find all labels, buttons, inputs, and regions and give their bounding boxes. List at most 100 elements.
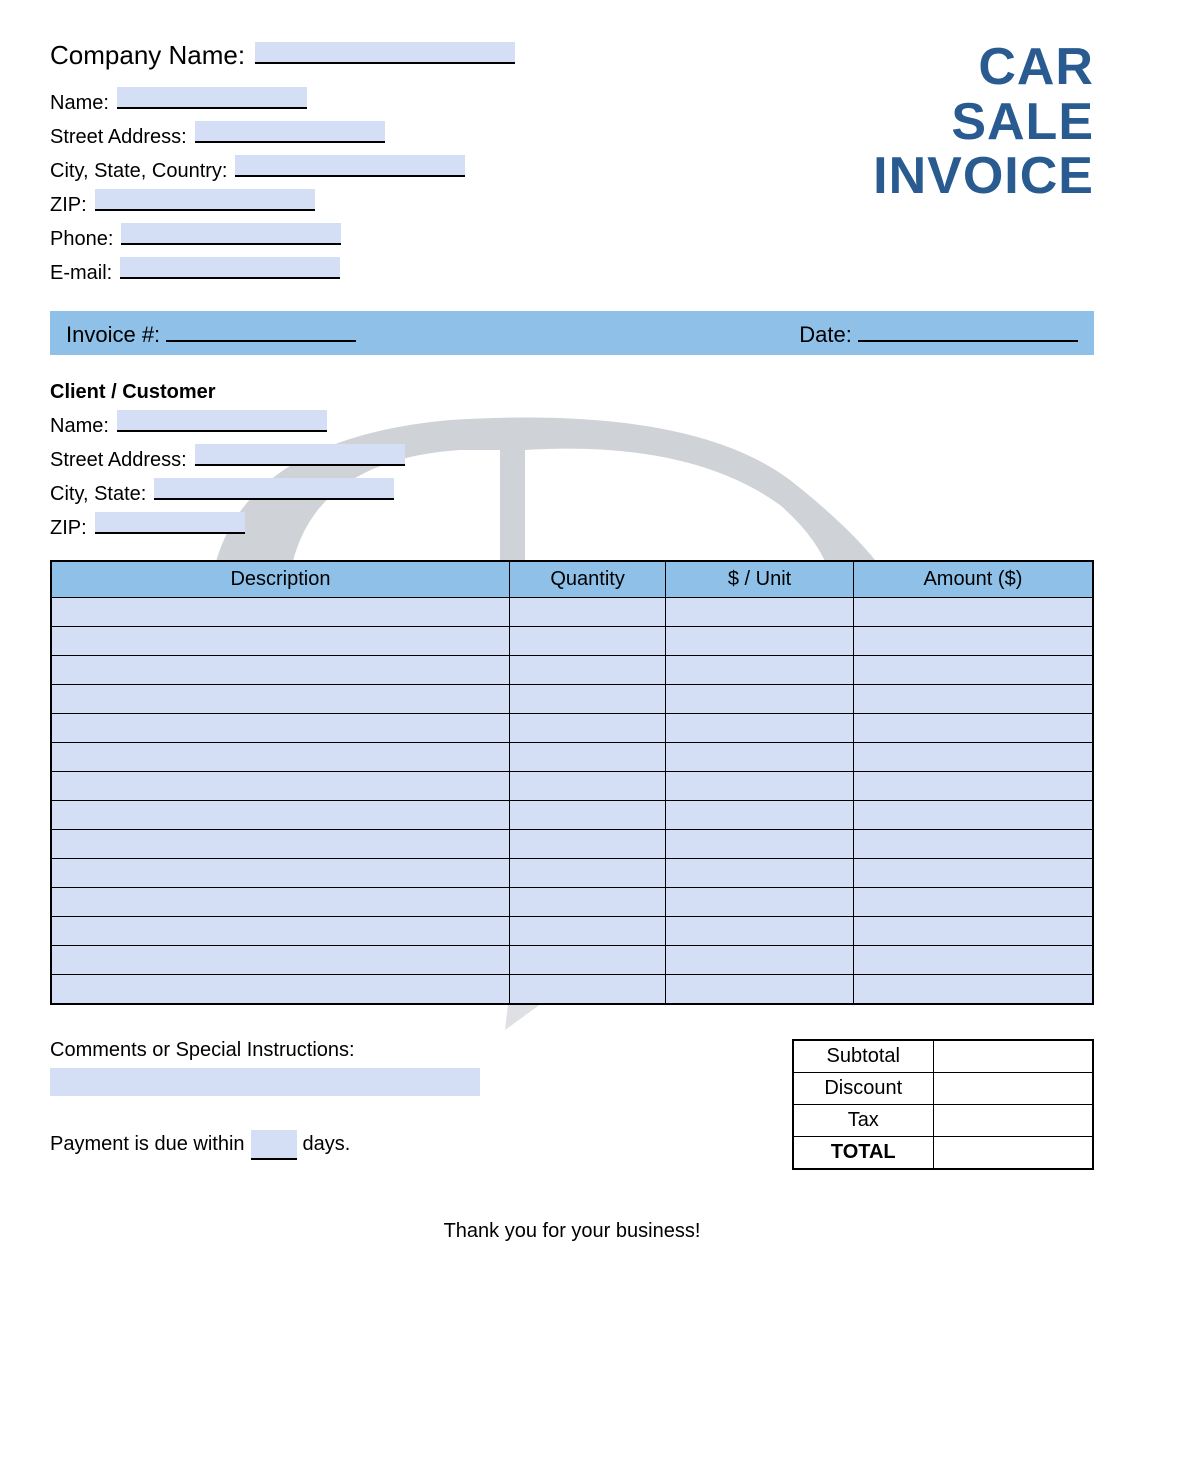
company-name-label: Company Name:: [50, 40, 245, 71]
seller-phone-input[interactable]: [121, 223, 341, 245]
table-row: [51, 801, 1093, 830]
cell-description[interactable]: [51, 801, 509, 830]
customer-city-input[interactable]: [154, 478, 394, 500]
cell-quantity[interactable]: [509, 946, 665, 975]
cell-amount[interactable]: [853, 917, 1093, 946]
cell-amount[interactable]: [853, 801, 1093, 830]
cell-amount[interactable]: [853, 772, 1093, 801]
cell-unit[interactable]: [666, 975, 854, 1004]
discount-value[interactable]: [933, 1072, 1093, 1104]
cell-description[interactable]: [51, 743, 509, 772]
cell-amount[interactable]: [853, 859, 1093, 888]
cell-unit[interactable]: [666, 685, 854, 714]
document-title-line1: CAR: [873, 40, 1094, 95]
cell-quantity[interactable]: [509, 743, 665, 772]
cell-quantity[interactable]: [509, 830, 665, 859]
cell-quantity[interactable]: [509, 656, 665, 685]
cell-quantity[interactable]: [509, 714, 665, 743]
cell-amount[interactable]: [853, 598, 1093, 627]
table-row: [51, 917, 1093, 946]
table-row: [51, 772, 1093, 801]
tax-value[interactable]: [933, 1104, 1093, 1136]
seller-zip-label: ZIP:: [50, 194, 87, 217]
seller-city-input[interactable]: [235, 155, 465, 177]
cell-amount[interactable]: [853, 685, 1093, 714]
cell-unit[interactable]: [666, 888, 854, 917]
cell-amount[interactable]: [853, 888, 1093, 917]
customer-zip-label: ZIP:: [50, 517, 87, 540]
payment-days-input[interactable]: [251, 1130, 297, 1160]
table-row: [51, 830, 1093, 859]
seller-email-label: E-mail:: [50, 262, 112, 285]
cell-unit[interactable]: [666, 801, 854, 830]
cell-unit[interactable]: [666, 656, 854, 685]
cell-description[interactable]: [51, 685, 509, 714]
document-title: CAR SALE INVOICE: [873, 40, 1094, 204]
cell-unit[interactable]: [666, 917, 854, 946]
subtotal-value[interactable]: [933, 1040, 1093, 1073]
col-header-unit: $ / Unit: [666, 561, 854, 598]
cell-description[interactable]: [51, 975, 509, 1004]
cell-unit[interactable]: [666, 627, 854, 656]
payment-terms-prefix: Payment is due within: [50, 1133, 245, 1156]
cell-unit[interactable]: [666, 859, 854, 888]
cell-description[interactable]: [51, 917, 509, 946]
cell-quantity[interactable]: [509, 627, 665, 656]
cell-description[interactable]: [51, 714, 509, 743]
cell-amount[interactable]: [853, 830, 1093, 859]
customer-name-input[interactable]: [117, 410, 327, 432]
table-row: [51, 627, 1093, 656]
seller-email-input[interactable]: [120, 257, 340, 279]
seller-city-label: City, State, Country:: [50, 160, 227, 183]
cell-quantity[interactable]: [509, 859, 665, 888]
customer-section-title: Client / Customer: [50, 381, 1094, 404]
cell-amount[interactable]: [853, 656, 1093, 685]
customer-street-input[interactable]: [195, 444, 405, 466]
cell-description[interactable]: [51, 946, 509, 975]
cell-description[interactable]: [51, 888, 509, 917]
cell-amount[interactable]: [853, 946, 1093, 975]
cell-amount[interactable]: [853, 627, 1093, 656]
col-header-quantity: Quantity: [509, 561, 665, 598]
cell-unit[interactable]: [666, 743, 854, 772]
cell-unit[interactable]: [666, 830, 854, 859]
cell-quantity[interactable]: [509, 888, 665, 917]
cell-quantity[interactable]: [509, 685, 665, 714]
comments-input[interactable]: [50, 1068, 480, 1096]
company-name-input[interactable]: [255, 42, 515, 64]
cell-unit[interactable]: [666, 772, 854, 801]
cell-description[interactable]: [51, 656, 509, 685]
customer-street-label: Street Address:: [50, 449, 187, 472]
tax-label: Tax: [793, 1104, 933, 1136]
cell-amount[interactable]: [853, 743, 1093, 772]
cell-unit[interactable]: [666, 598, 854, 627]
customer-name-label: Name:: [50, 415, 109, 438]
discount-label: Discount: [793, 1072, 933, 1104]
seller-zip-input[interactable]: [95, 189, 315, 211]
footer-thankyou: Thank you for your business!: [50, 1220, 1094, 1243]
cell-quantity[interactable]: [509, 917, 665, 946]
cell-description[interactable]: [51, 830, 509, 859]
cell-unit[interactable]: [666, 714, 854, 743]
col-header-description: Description: [51, 561, 509, 598]
cell-quantity[interactable]: [509, 772, 665, 801]
cell-description[interactable]: [51, 772, 509, 801]
cell-unit[interactable]: [666, 946, 854, 975]
cell-quantity[interactable]: [509, 975, 665, 1004]
document-title-line2: SALE: [873, 95, 1094, 150]
invoice-date-input[interactable]: [858, 318, 1078, 342]
cell-quantity[interactable]: [509, 801, 665, 830]
total-value[interactable]: [933, 1136, 1093, 1169]
seller-street-input[interactable]: [195, 121, 385, 143]
col-header-amount: Amount ($): [853, 561, 1093, 598]
seller-name-input[interactable]: [117, 87, 307, 109]
invoice-number-input[interactable]: [166, 318, 356, 342]
cell-amount[interactable]: [853, 714, 1093, 743]
table-row: [51, 859, 1093, 888]
cell-description[interactable]: [51, 859, 509, 888]
cell-amount[interactable]: [853, 975, 1093, 1004]
customer-zip-input[interactable]: [95, 512, 245, 534]
cell-description[interactable]: [51, 598, 509, 627]
cell-description[interactable]: [51, 627, 509, 656]
cell-quantity[interactable]: [509, 598, 665, 627]
